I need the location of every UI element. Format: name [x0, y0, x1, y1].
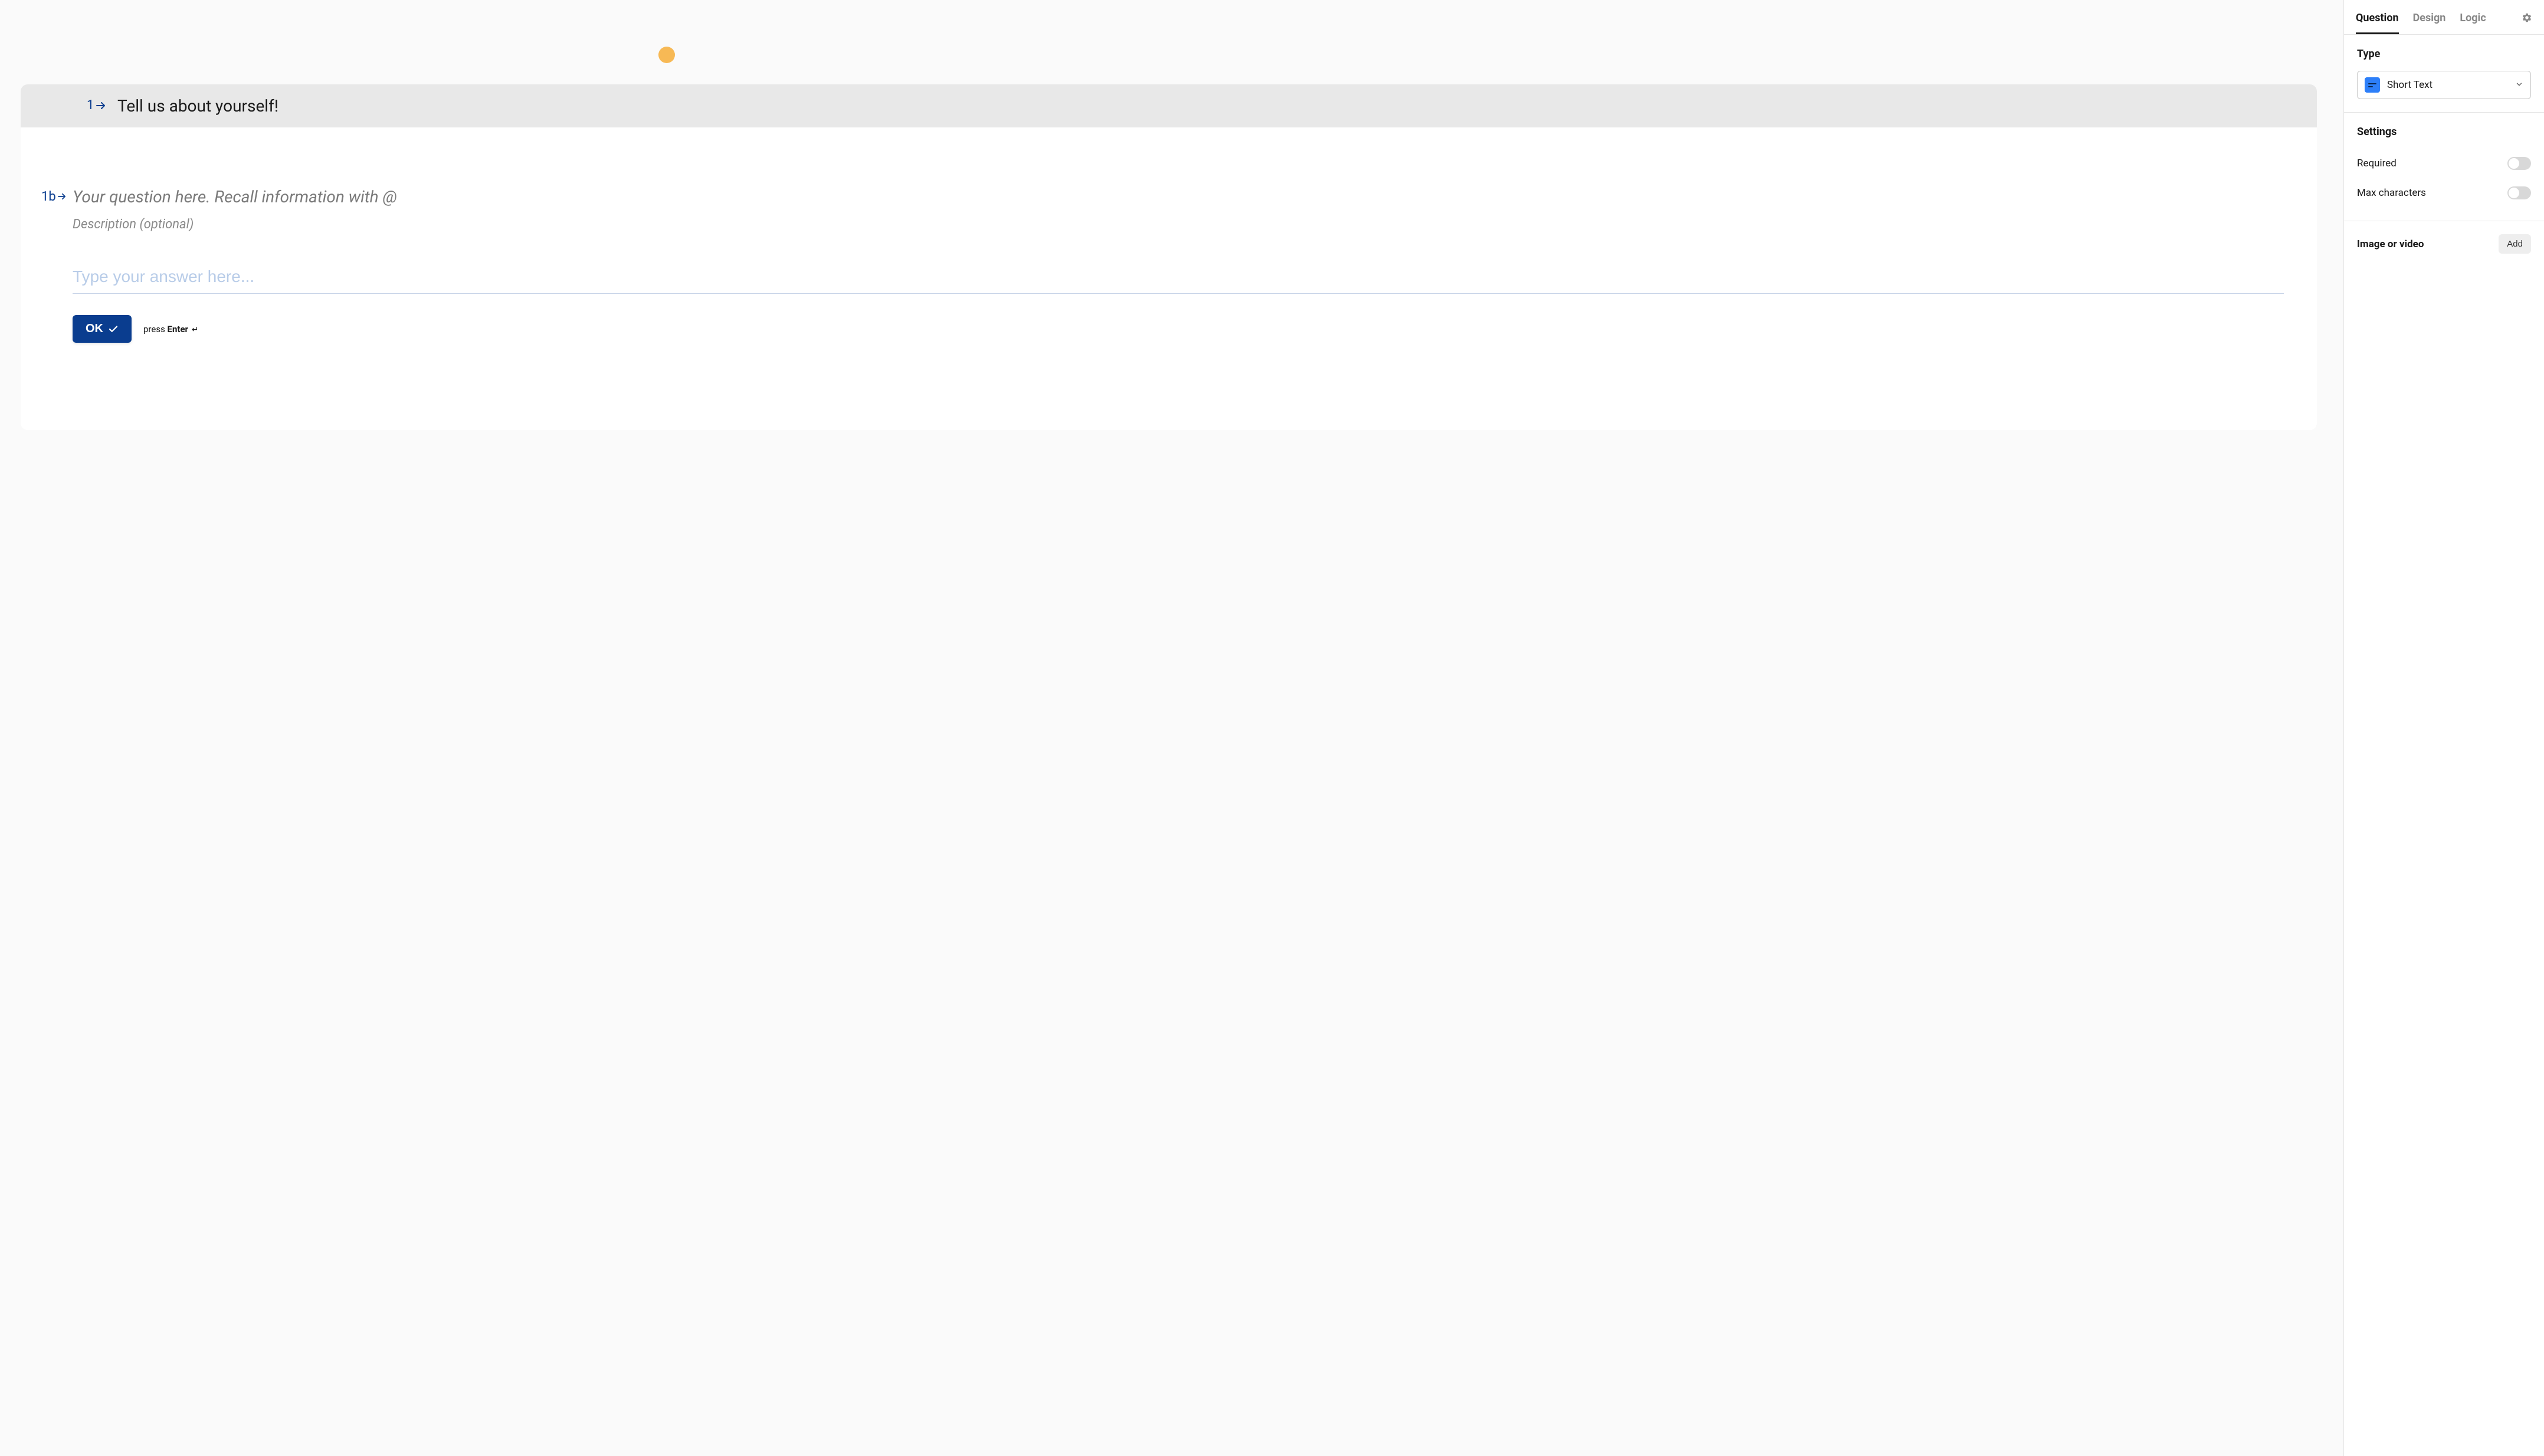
- group-title[interactable]: Tell us about yourself!: [117, 96, 2300, 116]
- max-characters-label: Max characters: [2357, 187, 2426, 199]
- type-selected-text: Short Text: [2387, 79, 2432, 91]
- press-enter-hint: press Enter ↵: [143, 324, 199, 335]
- group-number-text: 1: [87, 98, 94, 113]
- type-label: Type: [2357, 48, 2531, 60]
- enter-symbol-icon: ↵: [192, 325, 199, 335]
- add-media-button[interactable]: Add: [2499, 234, 2531, 254]
- group-number-indicator: 1: [87, 98, 106, 113]
- question-card: 1 Tell us about yourself! 1b Your questi…: [21, 84, 2317, 430]
- tab-logic[interactable]: Logic: [2460, 12, 2486, 34]
- type-selector[interactable]: Short Text: [2357, 71, 2531, 99]
- ok-row: OK press Enter ↵: [73, 315, 2284, 343]
- question-block: 1b Your question here. Recall informatio…: [21, 127, 2317, 343]
- media-label: Image or video: [2357, 238, 2424, 250]
- question-number-text: 1b: [41, 189, 56, 204]
- tab-question[interactable]: Question: [2356, 12, 2399, 34]
- ok-button-label: OK: [86, 322, 103, 336]
- gear-icon: [2522, 12, 2532, 23]
- tab-design[interactable]: Design: [2413, 12, 2446, 34]
- short-text-icon: [2365, 77, 2380, 93]
- tab-settings-gear[interactable]: [2522, 12, 2532, 34]
- chevron-down-icon: [2515, 80, 2523, 91]
- ok-button[interactable]: OK: [73, 315, 132, 343]
- max-characters-row: Max characters: [2357, 178, 2531, 208]
- max-characters-toggle[interactable]: [2507, 186, 2531, 199]
- settings-label: Settings: [2357, 126, 2531, 138]
- check-icon: [108, 324, 119, 335]
- canvas-area: 1 Tell us about yourself! 1b Your questi…: [0, 0, 2343, 1456]
- question-description-input[interactable]: Description (optional): [73, 217, 2284, 232]
- required-row: Required: [2357, 149, 2531, 178]
- media-section: Image or video Add: [2344, 221, 2544, 267]
- group-header[interactable]: 1 Tell us about yourself!: [21, 84, 2317, 127]
- properties-sidebar: Question Design Logic Type Short Text Se…: [2343, 0, 2544, 1456]
- arrow-right-icon: [96, 99, 106, 113]
- required-toggle[interactable]: [2507, 157, 2531, 170]
- type-section: Type Short Text: [2344, 35, 2544, 113]
- settings-section: Settings Required Max characters: [2344, 113, 2544, 221]
- arrow-right-icon: [58, 191, 66, 203]
- press-key: Enter: [168, 324, 189, 335]
- answer-input[interactable]: [73, 267, 2284, 294]
- question-title-input[interactable]: Your question here. Recall information w…: [73, 186, 2284, 208]
- sidebar-tabs: Question Design Logic: [2344, 0, 2544, 35]
- press-text: press: [143, 324, 168, 335]
- question-number-indicator: 1b: [41, 189, 66, 204]
- toggle-knob: [2509, 158, 2519, 169]
- toggle-knob: [2509, 188, 2519, 198]
- required-label: Required: [2357, 158, 2397, 169]
